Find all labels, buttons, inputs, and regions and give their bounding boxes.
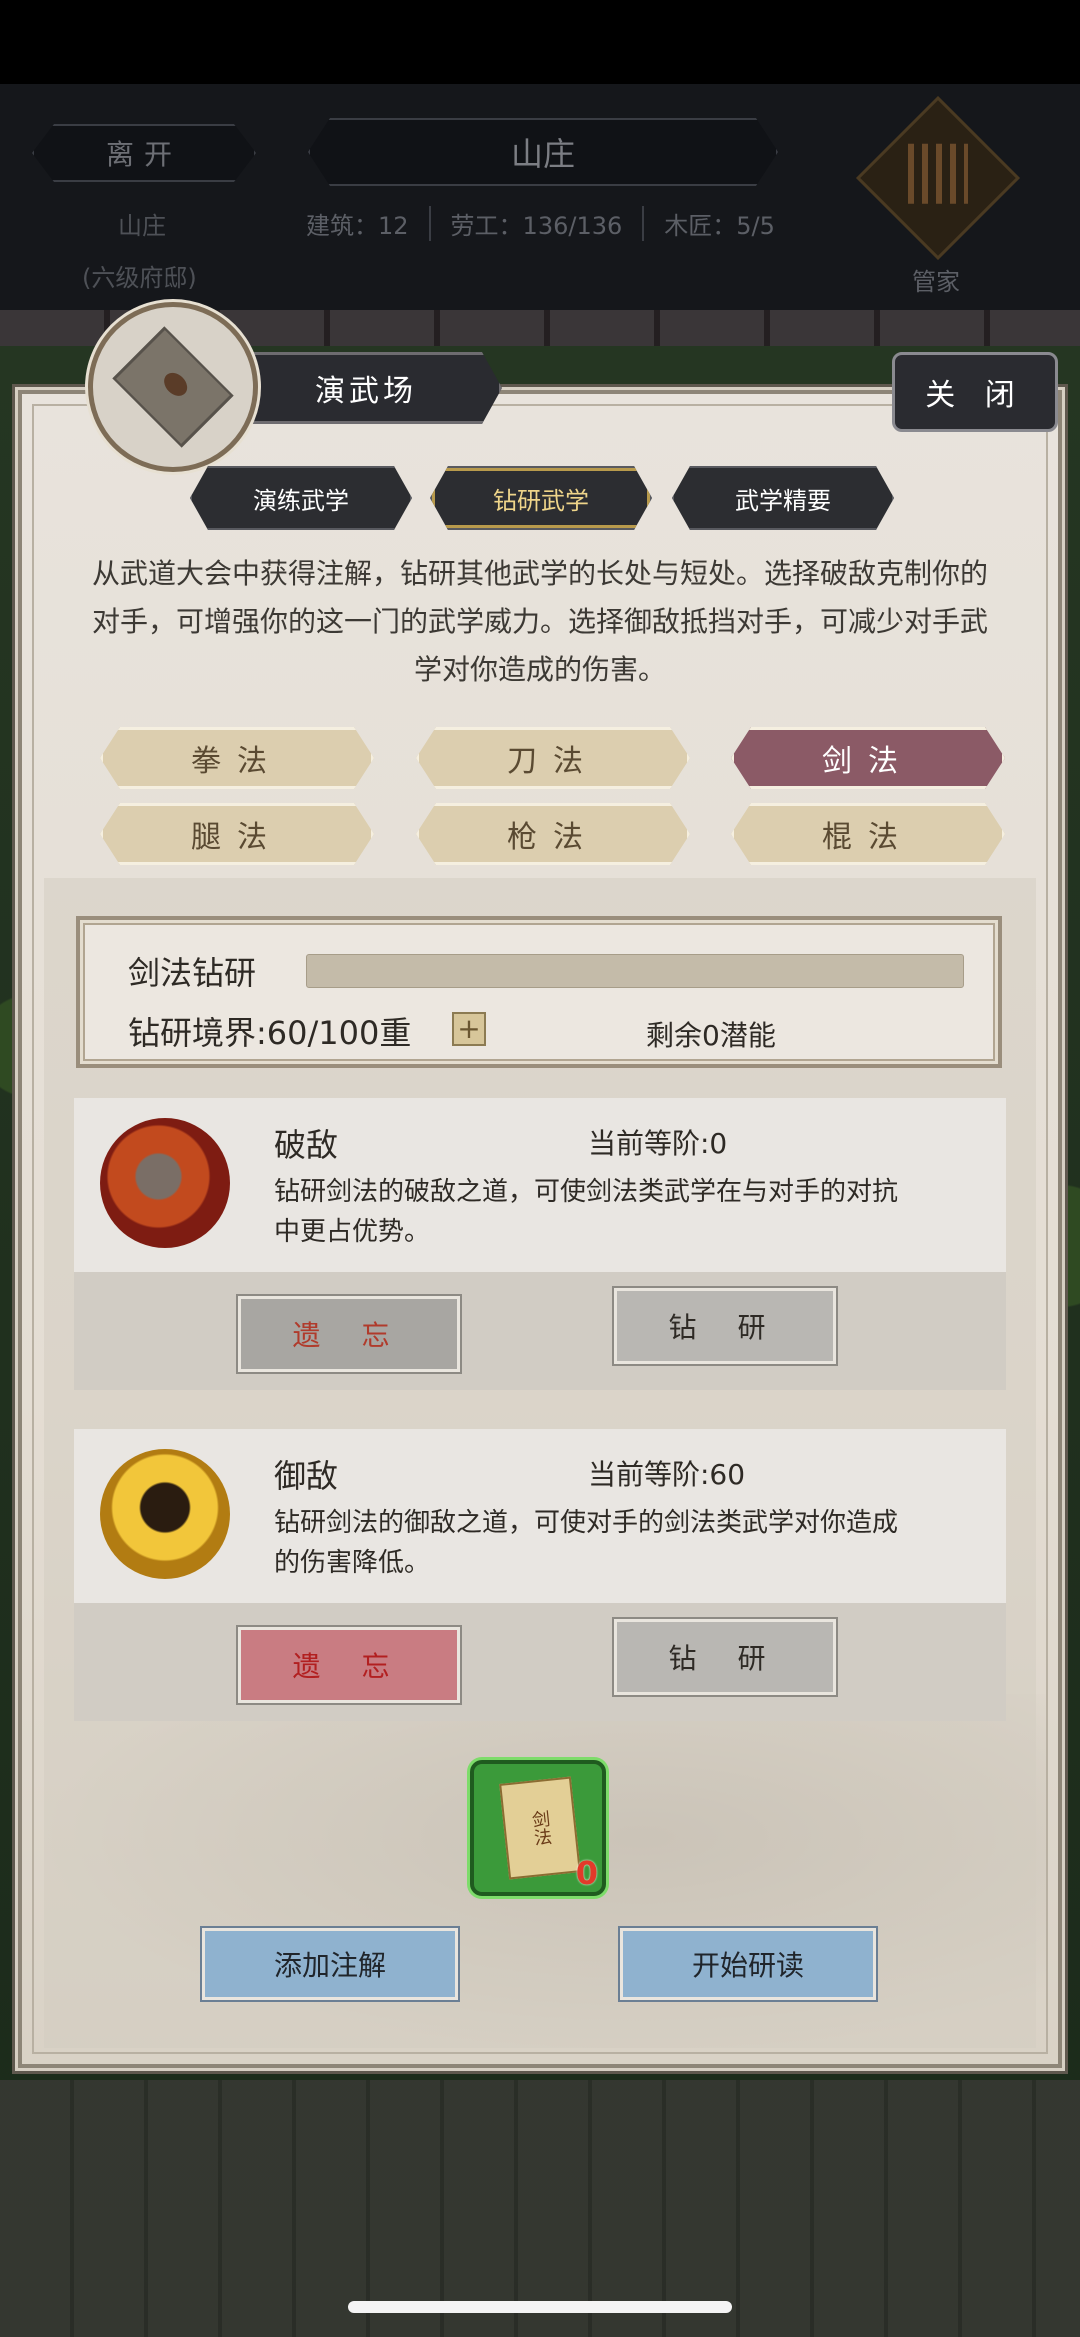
category-sword[interactable]: 剑法 xyxy=(731,727,1005,789)
estate-label: 山庄 xyxy=(118,212,166,240)
add-annotation-button[interactable]: 添加注解 xyxy=(202,1928,458,2000)
study-label: 剑法钻研 xyxy=(128,954,257,992)
panel-title: 演武场 xyxy=(230,352,502,424)
research-description: 从武道大会中获得注解，钻研其他武学的长处与短处。选择破敌克制你的对手，可增强你的… xyxy=(91,557,988,686)
close-button[interactable]: 关 闭 xyxy=(892,352,1058,432)
skill-description: 钻研剑法的破敌之道，可使剑法类武学在与对手的对抗中更占优势。 xyxy=(274,1177,899,1247)
training-ground-icon xyxy=(112,326,234,448)
stat-buildings: 建筑：12 xyxy=(306,212,409,240)
skill-card-header: 御敌 当前等阶:60 钻研剑法的御敌之道，可使对手的剑法类武学对你造成的伤害降低… xyxy=(74,1429,1006,1603)
study-progress-box: 剑法钻研 钻研境界:60/100重 + 剩余0潜能 xyxy=(76,916,1002,1068)
start-reading-button[interactable]: 开始研读 xyxy=(620,1928,876,2000)
tab-practice[interactable]: 演练武学 xyxy=(190,466,412,530)
forget-button[interactable]: 遗 忘 xyxy=(238,1296,460,1372)
skill-card-header: 破敌 当前等阶:0 钻研剑法的破敌之道，可使剑法类武学在与对手的对抗中更占优势。 xyxy=(74,1098,1006,1272)
category-saber[interactable]: 刀法 xyxy=(416,727,690,789)
pavement-background xyxy=(0,2080,1080,2337)
steward-label: 管家 xyxy=(912,268,960,296)
leave-button[interactable]: 离开 xyxy=(32,124,256,182)
skill-name: 破敌 xyxy=(274,1126,339,1164)
tab-essentials[interactable]: 武学精要 xyxy=(672,466,894,530)
skill-name: 御敌 xyxy=(274,1457,339,1495)
estate-level-label: (六级府邸) xyxy=(82,264,197,292)
skill-card-break: 破敌 当前等阶:0 钻研剑法的破敌之道，可使剑法类武学在与对手的对抗中更占优势。… xyxy=(74,1098,1006,1390)
stat-carpenters: 木匠：5/5 xyxy=(642,206,795,241)
research-button[interactable]: 钻 研 xyxy=(614,1288,836,1364)
category-fist[interactable]: 拳法 xyxy=(100,727,374,789)
forget-button[interactable]: 遗 忘 xyxy=(238,1627,460,1703)
item-count: 0 xyxy=(575,1854,598,1892)
tab-research[interactable]: 钻研武学 xyxy=(430,466,652,530)
skill-level: 当前等阶:60 xyxy=(588,1458,746,1491)
status-bar xyxy=(0,0,1080,84)
research-button[interactable]: 钻 研 xyxy=(614,1619,836,1695)
location-title: 山庄 xyxy=(308,118,778,186)
home-indicator xyxy=(348,2301,732,2313)
category-staff[interactable]: 棍法 xyxy=(731,803,1005,865)
realm-text: 钻研境界:60/100重 xyxy=(128,1014,412,1052)
skill-card-guard: 御敌 当前等阶:60 钻研剑法的御敌之道，可使对手的剑法类武学对你造成的伤害降低… xyxy=(74,1429,1006,1721)
category-spear[interactable]: 枪法 xyxy=(416,803,690,865)
sword-manual-icon: 剑法 xyxy=(499,1776,581,1880)
remaining-potential: 剩余0潜能 xyxy=(646,1019,776,1052)
building-badge xyxy=(88,302,258,472)
warrior-guard-icon xyxy=(100,1449,230,1579)
skill-description: 钻研剑法的御敌之道，可使对手的剑法类武学对你造成的伤害降低。 xyxy=(274,1508,899,1578)
study-progress-bar xyxy=(306,954,964,988)
annotation-item-slot[interactable]: 剑法 0 xyxy=(470,1760,606,1896)
add-realm-button[interactable]: + xyxy=(452,1012,486,1046)
spiked-mace-icon xyxy=(100,1118,230,1248)
stat-laborers: 劳工：136/136 xyxy=(428,206,643,241)
skill-level: 当前等阶:0 xyxy=(588,1127,728,1160)
estate-stats: 建筑：12 劳工：136/136 木匠：5/5 xyxy=(306,206,795,241)
category-leg[interactable]: 腿法 xyxy=(100,803,374,865)
